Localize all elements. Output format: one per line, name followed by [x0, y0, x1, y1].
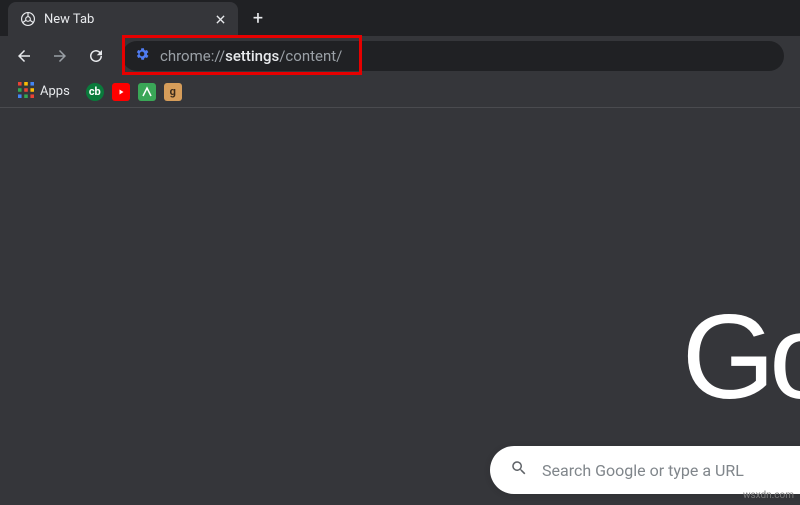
url-text: chrome://settings/content/ [160, 47, 342, 65]
forward-button[interactable] [44, 40, 76, 72]
search-box[interactable]: Search Google or type a URL [490, 446, 800, 494]
google-logo: Go [682, 288, 800, 426]
tab-strip: New Tab + [0, 0, 800, 36]
new-tab-button[interactable]: + [244, 5, 272, 33]
back-button[interactable] [8, 40, 40, 72]
close-icon[interactable] [212, 11, 228, 27]
address-bar[interactable]: chrome://settings/content/ [122, 41, 784, 71]
reload-button[interactable] [80, 40, 112, 72]
toolbar: chrome://settings/content/ [0, 36, 800, 76]
bookmark-icon[interactable]: g [164, 83, 182, 101]
chrome-icon [20, 11, 36, 27]
bookmark-icon[interactable]: cb [86, 83, 104, 101]
browser-tab[interactable]: New Tab [8, 2, 238, 36]
apps-grid-icon [18, 82, 34, 102]
bookmark-icon[interactable] [138, 83, 156, 101]
search-icon [510, 459, 528, 481]
search-placeholder: Search Google or type a URL [542, 461, 744, 480]
bookmark-icon[interactable] [112, 83, 130, 101]
tab-title: New Tab [44, 12, 204, 27]
gear-icon [134, 46, 150, 66]
watermark: wsxdn.com [743, 490, 794, 501]
apps-label: Apps [40, 84, 70, 99]
new-tab-content: Go Search Google or type a URL wsxdn.com [0, 108, 800, 505]
bookmarks-bar: Apps cb g [0, 76, 800, 108]
apps-button[interactable]: Apps [10, 78, 78, 106]
